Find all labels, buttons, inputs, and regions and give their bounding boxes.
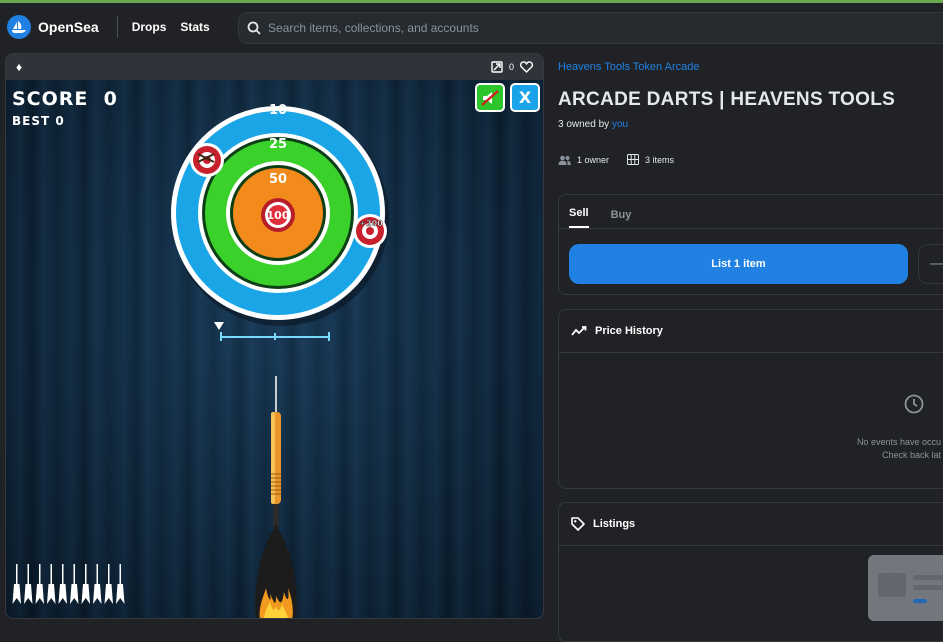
asset-detail-column: Heavens Tools Token Arcade ARCADE DARTS … — [558, 53, 943, 642]
price-history-panel: Price History No events have occu Check … — [558, 309, 943, 489]
nav-link-drops[interactable]: Drops — [132, 20, 167, 34]
darts-game-canvas[interactable]: SCORE 0 BEST 0 X 10 25 50 100 +200 — [6, 80, 543, 618]
listings-header[interactable]: Listings — [559, 503, 943, 546]
price-history-title: Price History — [595, 325, 663, 337]
remaining-darts-icon — [12, 564, 125, 604]
search-input[interactable] — [268, 21, 868, 35]
sound-toggle-button[interactable] — [475, 83, 505, 112]
list-item-button[interactable]: List 1 item — [569, 244, 908, 284]
check-back-text: Check back lat — [881, 450, 941, 460]
asset-stats-row: 1 owner 3 items — [558, 154, 943, 165]
bonus-label: +200 — [359, 219, 383, 228]
nav-link-stats[interactable]: Stats — [180, 20, 209, 34]
search-icon — [247, 21, 261, 35]
owners-count: 1 owner — [577, 154, 610, 165]
listings-title: Listings — [593, 518, 636, 530]
empty-listings-illustration — [868, 555, 943, 621]
more-options-button[interactable]: — — [918, 244, 943, 284]
search-bar[interactable] — [238, 12, 943, 44]
best-display: BEST 0 — [12, 114, 65, 128]
score-display: SCORE 0 — [12, 88, 118, 110]
open-external-icon[interactable] — [491, 61, 503, 73]
dart-icon[interactable] — [246, 374, 306, 618]
trade-tabs: Sell Buy — [559, 195, 943, 229]
ring-label-50: 50 — [269, 172, 287, 187]
tab-sell[interactable]: Sell — [569, 207, 589, 228]
best-value: 0 — [55, 114, 65, 128]
score-label: SCORE — [12, 88, 89, 110]
aim-pointer-icon — [214, 322, 224, 330]
dartboard[interactable]: 10 25 50 100 +200 — [168, 98, 398, 328]
heart-icon[interactable] — [520, 61, 533, 73]
brand-logo[interactable]: OpenSea — [7, 14, 99, 39]
grid-icon — [627, 154, 640, 165]
ring-label-100: 100 — [267, 209, 290, 222]
tab-buy[interactable]: Buy — [611, 209, 632, 228]
clock-icon — [904, 394, 924, 414]
best-label: BEST — [12, 114, 51, 128]
owner-link[interactable]: you — [612, 119, 628, 130]
people-icon — [558, 155, 571, 165]
trend-icon — [571, 326, 587, 336]
brand-name: OpenSea — [38, 18, 99, 35]
asset-title: ARCADE DARTS | HEAVENS TOOLS — [558, 89, 896, 110]
trade-panel: Sell Buy List 1 item — — [558, 194, 943, 295]
price-history-header[interactable]: Price History — [559, 310, 943, 353]
no-events-text: No events have occu — [856, 437, 941, 447]
items-count: 3 items — [645, 154, 675, 165]
opensea-logo-icon — [7, 14, 31, 39]
collection-link[interactable]: Heavens Tools Token Arcade — [558, 61, 943, 73]
ethereum-icon: ♦ — [16, 60, 23, 74]
bonus-target-right[interactable]: +200 — [353, 214, 387, 248]
items-stat[interactable]: 3 items — [627, 154, 674, 165]
favorite-count: 0 — [508, 62, 514, 72]
bonus-target-left[interactable] — [190, 143, 224, 177]
nav-divider — [116, 15, 118, 38]
aim-meter — [214, 322, 330, 341]
no-events-message: No events have occu Check back lat — [741, 436, 941, 462]
asset-media-frame: ♦ 0 SCORE 0 BEST 0 X 10 25 50 100 +200 — [5, 53, 544, 619]
tag-icon — [571, 517, 585, 531]
game-close-button[interactable]: X — [510, 83, 540, 112]
owned-prefix: 3 owned by — [558, 119, 610, 130]
listings-panel: Listings — [558, 502, 943, 642]
asset-media-header: ♦ 0 — [6, 54, 543, 80]
owners-stat[interactable]: 1 owner — [558, 155, 609, 165]
score-value: 0 — [103, 88, 118, 110]
asset-actions: 0 — [491, 61, 533, 73]
ring-label-25: 25 — [269, 137, 287, 152]
mute-icon — [481, 89, 499, 106]
ownership-line: 3 owned by you — [558, 119, 943, 130]
ring-label-10: 10 — [269, 103, 287, 118]
navbar: OpenSea Drops Stats — [0, 3, 943, 50]
